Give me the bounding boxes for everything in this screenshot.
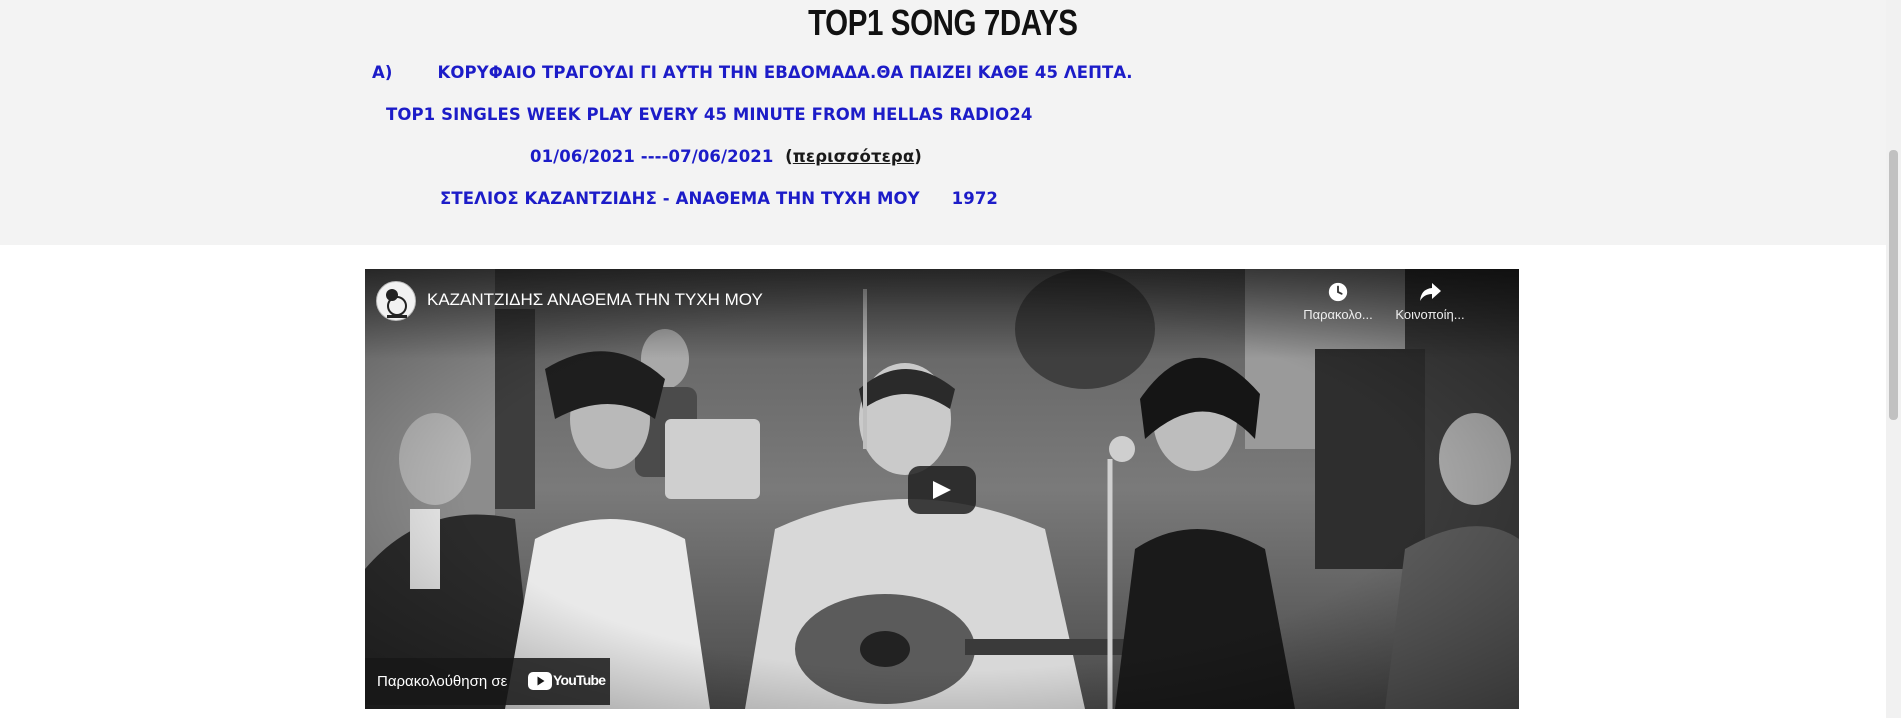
channel-avatar-icon[interactable] (376, 281, 416, 321)
watch-later-label: Παρακολο... (1303, 307, 1373, 322)
clock-icon (1328, 282, 1348, 302)
line-greek-intro: A) ΚΟΡΥΦΑΙΟ ΤΡΑΓΟΥΔΙ ΓΙ ΑΥΤΗ ΤΗΝ ΕΒΔΟΜΑΔΑ… (372, 63, 1133, 82)
line-song: ΣΤΕΛΙΟΣ ΚΑΖΑΝΤΖΙΔΗΣ - ΑΝΑΘΕΜΑ ΤΗΝ ΤΥΧΗ Μ… (440, 189, 998, 208)
date-range: 01/06/2021 ----07/06/2021 (530, 147, 774, 166)
youtube-logo-icon (528, 672, 552, 690)
watch-on-label: Παρακολούθηση σε (377, 673, 508, 690)
page-title: TOP1 SONG 7DAYS (808, 2, 1078, 43)
youtube-wordmark: YouTube (553, 672, 606, 688)
video-title[interactable]: ΚΑΖΑΝΤΖΙΔΗΣ ΑΝΑΘΕΜΑ ΤΗΝ ΤΥΧΗ ΜΟΥ (427, 290, 763, 310)
song-year: 1972 (951, 189, 998, 208)
line-english-intro: TOP1 SINGLES WEEK PLAY EVERY 45 MINUTE F… (386, 105, 1033, 124)
watch-later-button[interactable]: Παρακολο... (1293, 281, 1383, 322)
watch-on-youtube-button[interactable]: Παρακολούθηση σε YouTube (365, 658, 610, 705)
line-prefix: A) (372, 63, 393, 82)
share-label: Κοινοποίη... (1395, 307, 1465, 322)
line-date-range: 01/06/2021 ----07/06/2021 (περισσότερα) (530, 147, 922, 166)
share-button[interactable]: Κοινοποίη... (1385, 281, 1475, 322)
line-greek-text: ΚΟΡΥΦΑΙΟ ΤΡΑΓΟΥΔΙ ΓΙ ΑΥΤΗ ΤΗΝ ΕΒΔΟΜΑΔΑ.Θ… (437, 63, 1133, 82)
youtube-embed[interactable]: ΚΑΖΑΝΤΖΙΔΗΣ ΑΝΑΘΕΜΑ ΤΗΝ ΤΥΧΗ ΜΟΥ Παρακολ… (365, 269, 1519, 709)
play-icon (933, 481, 951, 499)
share-icon (1420, 283, 1441, 301)
more-link[interactable]: περισσότερα (793, 147, 914, 166)
header-panel: TOP1 SONG 7DAYS A) ΚΟΡΥΦΑΙΟ ΤΡΑΓΟΥΔΙ ΓΙ Α… (0, 0, 1901, 245)
play-button[interactable] (908, 466, 976, 514)
page-scrollbar[interactable] (1886, 0, 1901, 718)
song-title: ΣΤΕΛΙΟΣ ΚΑΖΑΝΤΖΙΔΗΣ - ΑΝΑΘΕΜΑ ΤΗΝ ΤΥΧΗ Μ… (440, 189, 920, 208)
scrollbar-thumb[interactable] (1889, 150, 1898, 420)
